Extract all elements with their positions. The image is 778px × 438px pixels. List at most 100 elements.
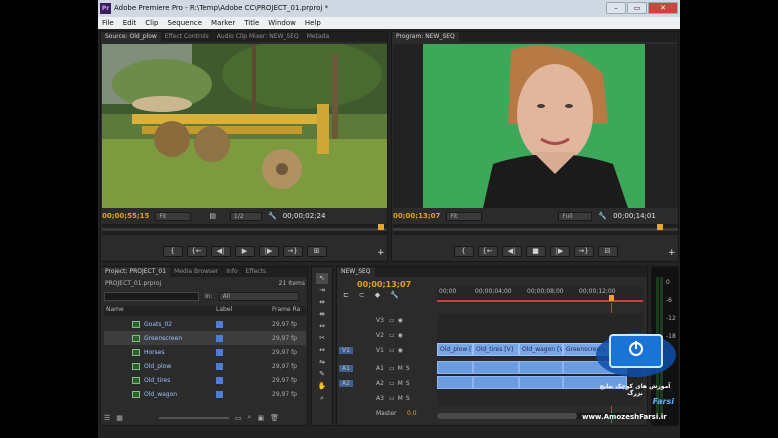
list-item[interactable]: Goats_02 29,97 fp xyxy=(104,317,306,331)
program-scrubber[interactable] xyxy=(393,224,678,235)
tab-effect-controls[interactable]: Effect Controls xyxy=(161,32,213,42)
solo-icon[interactable]: S xyxy=(406,395,410,402)
menu-file[interactable]: File xyxy=(102,17,114,29)
column-frame-rate[interactable]: Frame Ra xyxy=(272,306,300,316)
tab-sequence[interactable]: NEW_SEQ xyxy=(337,267,375,277)
insert-button[interactable]: ⊞ xyxy=(306,246,327,257)
list-view-icon[interactable]: ☰ xyxy=(104,414,110,422)
toggle-output-icon[interactable]: ▭ xyxy=(389,332,395,339)
tab-project[interactable]: Project: PROJECT_01 xyxy=(101,267,171,277)
mute-icon[interactable]: M xyxy=(398,380,403,387)
project-search-input[interactable] xyxy=(104,292,199,301)
solo-icon[interactable]: S xyxy=(406,365,410,372)
minimize-button[interactable]: – xyxy=(606,2,626,14)
audio-clip[interactable] xyxy=(473,376,519,389)
toggle-output-icon[interactable]: ▭ xyxy=(389,347,395,354)
sync-lock-icon[interactable]: ▭ xyxy=(389,395,395,402)
eye-icon[interactable]: ◉ xyxy=(398,332,403,339)
timeline-ruler[interactable]: 00;00 00;00;04;00 00;00;08;00 00;00;12;0… xyxy=(437,287,643,303)
mute-icon[interactable]: M xyxy=(398,395,403,402)
slide-tool-icon[interactable]: ⇋ xyxy=(316,357,328,368)
slip-tool-icon[interactable]: ↔ xyxy=(316,345,328,356)
source-timecode[interactable]: 00;00;55;15 xyxy=(102,212,149,220)
sync-lock-icon[interactable]: ▭ xyxy=(389,365,395,372)
audio-clip[interactable] xyxy=(437,361,473,374)
program-wrench-icon[interactable]: 🔧 xyxy=(598,212,607,220)
list-item[interactable]: Greenscreen 29,97 fp xyxy=(104,331,306,345)
tab-info[interactable]: Info xyxy=(222,267,241,277)
source-add-icon[interactable]: + xyxy=(377,248,385,258)
track-header-a2[interactable]: A2 A2 ▭ M S xyxy=(339,376,435,391)
program-add-icon[interactable]: + xyxy=(668,248,676,258)
timeline-clip[interactable]: Old_wagon [V] xyxy=(519,343,563,356)
source-patch-a2[interactable]: A2 xyxy=(339,380,353,387)
track-header-a1[interactable]: A1 A1 ▭ M S xyxy=(339,361,435,376)
pen-tool-icon[interactable]: ✎ xyxy=(316,369,328,380)
menu-help[interactable]: Help xyxy=(305,17,321,29)
trash-icon[interactable]: 🗑 xyxy=(270,414,279,422)
zoom-slider[interactable] xyxy=(158,416,229,419)
rate-stretch-tool-icon[interactable]: ⇔ xyxy=(316,321,328,332)
audio-clip[interactable] xyxy=(437,376,473,389)
lift-button[interactable]: ⊟ xyxy=(597,246,618,257)
program-step-forward-button[interactable]: |▶ xyxy=(549,246,570,257)
menu-marker[interactable]: Marker xyxy=(211,17,235,29)
tab-effects[interactable]: Effects xyxy=(242,267,270,277)
step-forward-button[interactable]: |▶ xyxy=(258,246,279,257)
mark-in-button[interactable]: { xyxy=(162,246,183,257)
menu-title[interactable]: Title xyxy=(244,17,259,29)
list-item[interactable]: Horses 29,97 fp xyxy=(104,345,306,359)
menu-sequence[interactable]: Sequence xyxy=(168,17,203,29)
timeline-settings-icon[interactable]: 🔧 xyxy=(390,291,399,299)
program-stop-button[interactable]: ■ xyxy=(525,246,546,257)
track-header-v2[interactable]: V2 ▭ ◉ xyxy=(339,328,435,343)
zoom-tool-icon[interactable]: ⌕ xyxy=(316,393,328,404)
source-video-frame[interactable] xyxy=(102,44,387,208)
ripple-edit-tool-icon[interactable]: ⇹ xyxy=(316,297,328,308)
column-label[interactable]: Label xyxy=(216,306,272,316)
rolling-edit-tool-icon[interactable]: ⇼ xyxy=(316,309,328,320)
source-zoom-select[interactable]: Fit xyxy=(155,211,192,221)
tab-source[interactable]: Source: Old_plow xyxy=(101,32,161,42)
track-header-a3[interactable]: A3 ▭ M S xyxy=(339,391,435,406)
playhead[interactable] xyxy=(609,295,614,301)
timeline-clip[interactable]: Old_plow [V] xyxy=(437,343,473,356)
go-to-in-button[interactable]: {← xyxy=(186,246,207,257)
sync-lock-icon[interactable]: ▭ xyxy=(389,380,395,387)
play-button[interactable]: ▶ xyxy=(234,246,255,257)
program-timecode[interactable]: 00;00;13;07 xyxy=(393,212,440,220)
column-name[interactable]: Name xyxy=(104,306,216,316)
tab-program[interactable]: Program: NEW_SEQ xyxy=(392,32,459,42)
timeline-clip[interactable]: Old_tires [V] xyxy=(473,343,519,356)
tab-media-browser[interactable]: Media Browser xyxy=(170,267,222,277)
list-item[interactable]: Old_tires 29,97 fp xyxy=(104,373,306,387)
track-header-v3[interactable]: V3 ▭ ◉ xyxy=(339,313,435,328)
eye-icon[interactable]: ◉ xyxy=(398,317,403,324)
tab-audio-clip-mixer[interactable]: Audio Clip Mixer: NEW_SEQ xyxy=(213,32,303,42)
track-header-v1[interactable]: V1 V1 ▭ ◉ xyxy=(339,343,435,358)
go-to-out-button[interactable]: →} xyxy=(282,246,303,257)
list-item[interactable]: Old_wagon 29,97 fp xyxy=(104,387,306,401)
step-back-button[interactable]: ◀| xyxy=(210,246,231,257)
source-scrubber[interactable] xyxy=(102,224,387,235)
program-zoom-select[interactable]: Fit xyxy=(446,211,483,221)
in-filter-select[interactable]: All xyxy=(218,292,299,301)
snap-icon[interactable]: ⊏ xyxy=(343,291,349,299)
toggle-output-icon[interactable]: ▭ xyxy=(389,317,395,324)
timeline-timecode[interactable]: 00;00;13;07 xyxy=(357,280,411,289)
audio-clip[interactable] xyxy=(519,361,563,374)
close-button[interactable]: ✕ xyxy=(648,2,678,14)
program-resolution-select[interactable]: Full xyxy=(558,211,593,221)
source-patch-v1[interactable]: V1 xyxy=(339,347,353,354)
audio-clip[interactable] xyxy=(473,361,519,374)
tab-metadata[interactable]: Metada xyxy=(303,32,333,42)
master-track-header[interactable]: Master 0.0 xyxy=(339,406,435,421)
track-select-tool-icon[interactable]: ⇥ xyxy=(316,285,328,296)
icon-view-icon[interactable]: ▦ xyxy=(116,414,123,422)
menu-edit[interactable]: Edit xyxy=(123,17,137,29)
eye-icon[interactable]: ◉ xyxy=(398,347,403,354)
program-video-frame[interactable] xyxy=(393,44,678,208)
new-item-icon[interactable]: ▣ xyxy=(257,414,264,422)
source-wrench-icon[interactable]: 🔧 xyxy=(268,212,277,220)
razor-tool-icon[interactable]: ✂ xyxy=(316,333,328,344)
